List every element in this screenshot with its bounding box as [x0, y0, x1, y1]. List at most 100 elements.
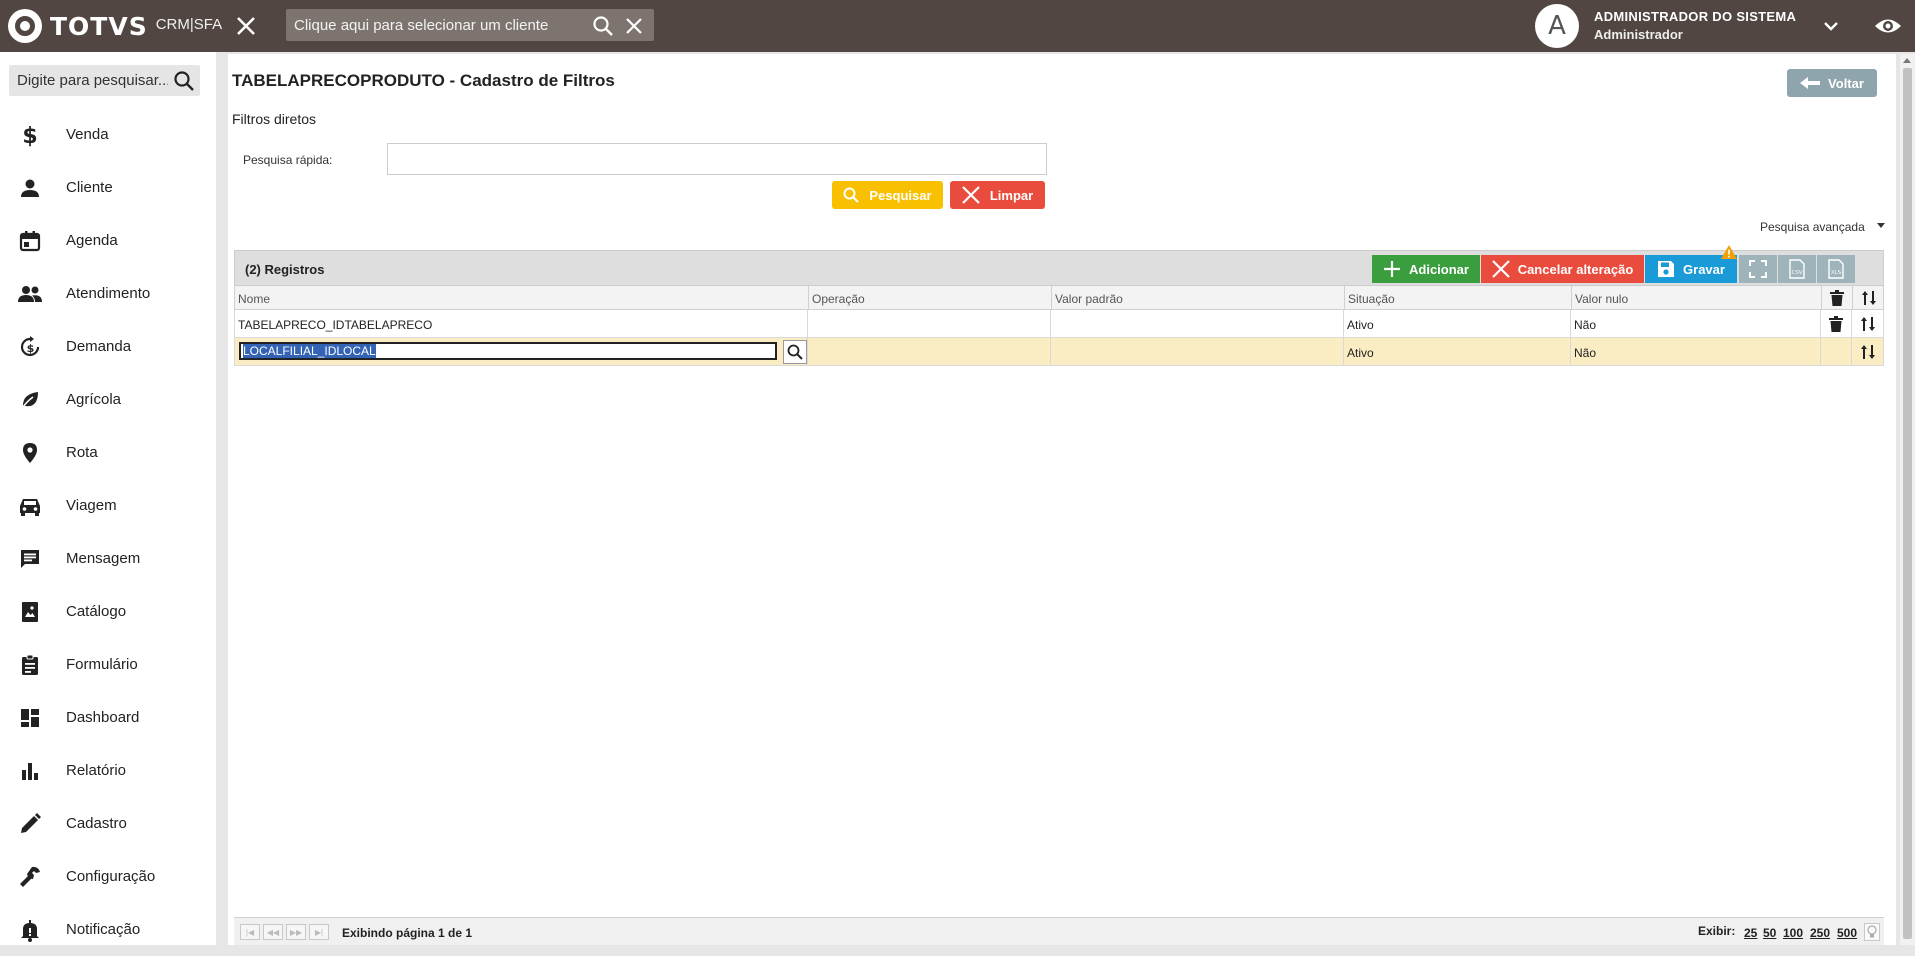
cell-valor-nulo[interactable]: Não [1571, 338, 1821, 365]
sidebar-item-formulario[interactable]: Formulário [0, 638, 216, 691]
search-button[interactable]: Pesquisar [832, 181, 943, 209]
next-page-button[interactable]: ▶▶ [286, 924, 306, 940]
table-row[interactable]: TABELAPRECO_IDTABELAPRECO Ativo Não [234, 310, 1884, 338]
search-button-label: Pesquisar [869, 187, 932, 203]
reorder-row-button[interactable] [1852, 310, 1883, 337]
cell-operacao[interactable] [808, 310, 1051, 337]
sidebar-item-notificacao[interactable]: Notificação [0, 903, 216, 956]
column-header-valor-nulo[interactable]: Valor nulo [1572, 286, 1822, 309]
logo-mark-icon [8, 9, 42, 43]
user-role: Administrador [1594, 27, 1683, 42]
delete-row-button[interactable] [1821, 310, 1852, 337]
sidebar-item-label: Configuração [66, 868, 156, 885]
sort-icon[interactable] [1853, 286, 1884, 309]
nome-edit-field[interactable]: LOCALFILIAL_IDLOCAL [239, 342, 777, 360]
fullscreen-button[interactable] [1739, 255, 1777, 283]
dollar-icon: $ [16, 121, 44, 149]
first-page-button[interactable]: |◀ [240, 924, 260, 940]
sidebar-item-agenda[interactable]: Agenda [0, 214, 216, 267]
clear-button[interactable]: Limpar [950, 181, 1045, 209]
sidebar-item-dashboard[interactable]: Dashboard [0, 691, 216, 744]
search-icon[interactable] [173, 70, 195, 92]
search-icon[interactable] [592, 15, 614, 37]
client-selector[interactable] [286, 9, 654, 41]
sidebar-item-agricola[interactable]: Agrícola [0, 373, 216, 426]
page-size-option[interactable]: 250 [1810, 926, 1830, 940]
cell-valor-nulo[interactable]: Não [1571, 310, 1821, 337]
export-xls-button[interactable]: XLS [1817, 255, 1855, 283]
records-grid: (2) Registros Adicionar Cancelar alteraç… [234, 245, 1884, 945]
pager-status: Exibindo página 1 de 1 [342, 926, 473, 940]
close-icon [962, 186, 980, 204]
column-header-nome[interactable]: Nome [235, 286, 809, 309]
last-page-button[interactable]: ▶| [309, 924, 329, 940]
eye-icon[interactable] [1873, 13, 1903, 39]
back-button[interactable]: Voltar [1787, 69, 1877, 97]
cell-situacao[interactable]: Ativo [1344, 338, 1571, 365]
page-size-option[interactable]: 25 [1744, 926, 1757, 940]
chevron-down-icon[interactable] [1820, 15, 1842, 37]
clear-client-icon[interactable] [624, 16, 644, 36]
column-header-situacao[interactable]: Situação [1345, 286, 1572, 309]
lookup-button[interactable] [783, 340, 807, 364]
column-header-operacao[interactable]: Operação [809, 286, 1052, 309]
add-button-label: Adicionar [1409, 261, 1469, 277]
sidebar-item-catalogo[interactable]: Catálogo [0, 585, 216, 638]
sidebar-search[interactable] [9, 65, 200, 96]
reorder-row-button[interactable] [1852, 338, 1883, 365]
add-button[interactable]: Adicionar [1372, 255, 1480, 283]
catalog-icon [16, 598, 44, 626]
page-title: TABELAPRECOPRODUTO - Cadastro de Filtros [232, 71, 615, 90]
page-size-option[interactable]: 50 [1763, 926, 1776, 940]
avatar[interactable]: A [1535, 4, 1579, 48]
sidebar-item-label: Relatório [66, 762, 127, 779]
scroll-thumb[interactable] [1903, 68, 1912, 939]
page-size-label: Exibir: [1698, 924, 1736, 938]
cell-situacao[interactable]: Ativo [1344, 310, 1571, 337]
totvs-logo[interactable]: TOTVS CRM|SFA [8, 8, 222, 44]
advanced-search-toggle[interactable]: Pesquisa avançada [1760, 220, 1885, 234]
floppy-disk-icon [1658, 261, 1675, 277]
sidebar-item-label: Formulário [66, 656, 138, 673]
column-header-valor-padrao[interactable]: Valor padrão [1052, 286, 1345, 309]
quick-search-input[interactable] [387, 143, 1047, 175]
empty-action-cell [1821, 338, 1852, 365]
sidebar-item-label: Rota [66, 444, 98, 461]
export-csv-button[interactable]: CSV [1778, 255, 1816, 283]
sidebar-item-cadastro[interactable]: Cadastro [0, 797, 216, 850]
sidebar-item-demanda[interactable]: $ Demanda [0, 320, 216, 373]
sidebar-item-atendimento[interactable]: Atendimento [0, 267, 216, 320]
sidebar-item-label: Mensagem [66, 550, 141, 567]
sidebar-item-rota[interactable]: Rota [0, 426, 216, 479]
cell-valor-padrao[interactable] [1051, 338, 1344, 365]
sidebar-item-cliente[interactable]: Cliente [0, 161, 216, 214]
sidebar-item-venda[interactable]: $ Venda [0, 108, 216, 161]
page-size-option[interactable]: 500 [1837, 926, 1857, 940]
record-count: (2) Registros [245, 262, 325, 277]
page-size-option[interactable]: 100 [1783, 926, 1803, 940]
cancel-changes-button[interactable]: Cancelar alteração [1481, 255, 1644, 283]
prev-page-button[interactable]: ◀◀ [263, 924, 283, 940]
cell-operacao[interactable] [808, 338, 1051, 365]
quick-search-label: Pesquisa rápida: [243, 153, 333, 167]
cell-nome[interactable]: TABELAPRECO_IDTABELAPRECO [235, 310, 808, 337]
sidebar-item-configuracao[interactable]: Configuração [0, 850, 216, 903]
save-button[interactable]: Gravar [1645, 255, 1737, 283]
table-row-editing[interactable]: LOCALFILIAL_IDLOCAL Ativo Não [234, 338, 1884, 366]
sidebar-item-viagem[interactable]: Viagem [0, 479, 216, 532]
sidebar-item-relatorio[interactable]: Relatório [0, 744, 216, 797]
page-scrollbar[interactable] [1900, 54, 1915, 945]
lightbulb-icon[interactable] [1864, 923, 1880, 941]
close-menu-icon[interactable] [232, 12, 260, 40]
cell-nome[interactable]: LOCALFILIAL_IDLOCAL [235, 338, 808, 365]
svg-text:CSV: CSV [1791, 270, 1802, 276]
sidebar-search-input[interactable] [15, 65, 170, 96]
save-button-label: Gravar [1683, 261, 1725, 277]
client-search-input[interactable] [292, 9, 582, 41]
sidebar-item-mensagem[interactable]: Mensagem [0, 532, 216, 585]
sidebar-item-label: Dashboard [66, 709, 140, 726]
scroll-up-arrow-icon[interactable] [1903, 58, 1911, 63]
person-icon [16, 174, 44, 202]
pager: |◀ ◀◀ ▶▶ ▶| Exibindo página 1 de 1 Exibi… [234, 917, 1884, 945]
cell-valor-padrao[interactable] [1051, 310, 1344, 337]
